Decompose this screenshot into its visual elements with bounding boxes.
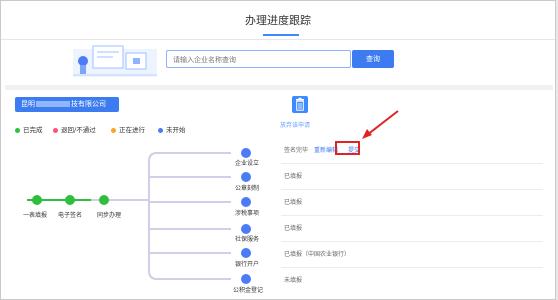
app-frame: 办理进度跟踪 请输入企业名称查询 查询 昆明 技有限公司 已完成 退回/不通过 正… xyxy=(0,0,556,300)
annotation-arrow xyxy=(362,110,399,139)
